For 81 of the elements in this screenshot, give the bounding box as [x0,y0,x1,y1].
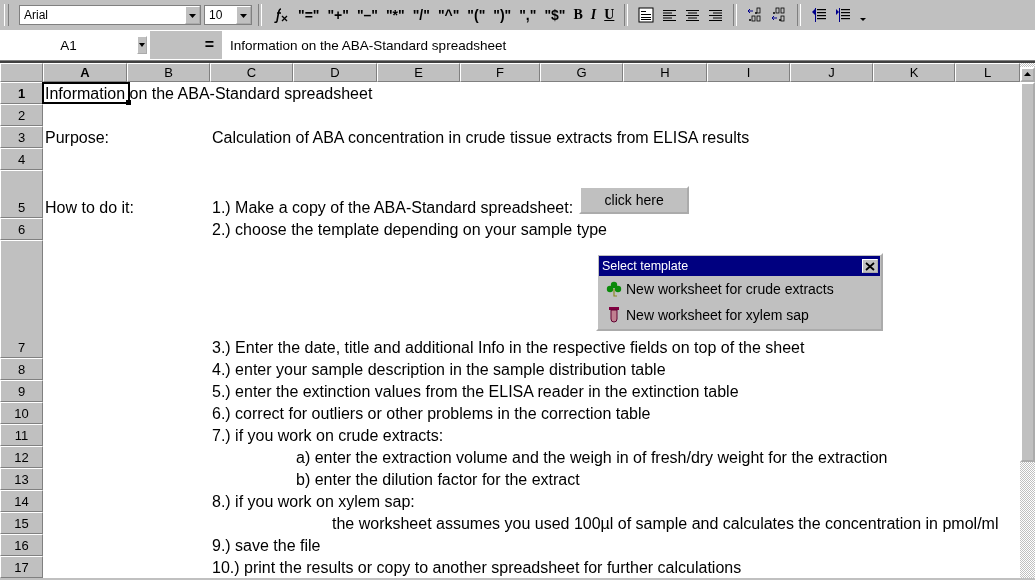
column-header[interactable]: F [460,63,540,82]
cell-text: 9.) save the file [212,536,321,555]
font-dropdown[interactable]: Arial [19,5,201,25]
operator-button[interactable]: ")" [489,4,516,26]
row-header[interactable]: 17 [0,556,43,578]
column-header[interactable]: E [377,63,460,82]
cell-text: the worksheet assumes you used 100µl of sample and calculates the concentration in pmol/ml [332,514,999,533]
column-header[interactable]: G [540,63,623,82]
row-header[interactable]: 14 [0,490,43,512]
scroll-up-icon[interactable] [1024,72,1031,77]
row-header[interactable]: 7 [0,240,43,358]
cell-text: 7.) if you work on crude extracts: [212,426,444,445]
align-left-icon[interactable] [662,8,678,22]
name-box-dropdown-icon[interactable] [137,36,147,54]
row-header[interactable]: 13 [0,468,43,490]
cell-text: Information on the ABA-Standard spreadsheet [45,84,373,103]
cell-text: Purpose: [45,128,110,147]
row-header[interactable]: 2 [0,104,43,126]
column-header[interactable]: B [127,63,210,82]
bold-button[interactable]: B [569,4,587,26]
wrap-text-icon[interactable] [638,7,655,23]
close-button[interactable] [862,259,878,273]
increase-indent-icon[interactable] [835,7,852,23]
increase-decimal-icon[interactable] [747,7,764,23]
row-header[interactable]: 10 [0,402,43,424]
clover-icon [605,280,623,298]
operator-button[interactable]: "–" [352,4,382,26]
column-header[interactable]: C [210,63,293,82]
column-header[interactable]: L [955,63,1020,82]
column-header[interactable]: H [623,63,707,82]
template-button[interactable]: New worksheet for crude extracts [599,276,840,302]
edit-formula-button[interactable]: = [204,36,214,54]
column-header[interactable]: J [790,63,873,82]
align-center-icon[interactable] [685,8,701,22]
cell-text: a) enter the extraction volume and the weigh in of fresh/dry weight for the extraction [296,448,888,467]
cell-text: 1.) Make a copy of the ABA-Standard spreadsheet: [212,198,574,217]
row-header[interactable]: 12 [0,446,43,468]
row-header[interactable]: 11 [0,424,43,446]
operator-button[interactable]: "$" [540,4,570,26]
cell-text: b) enter the dilution factor for the extract [296,470,580,489]
row-header[interactable]: 8 [0,358,43,380]
cell-text: 4.) enter your sample description in the sample distribution table [212,360,666,379]
decrease-indent-icon[interactable] [811,7,828,23]
column-header[interactable]: D [293,63,377,82]
column-header[interactable]: A [43,63,127,82]
cell-text: 10.) print the results or copy to another spreadsheet for further calculations [212,558,742,577]
cell-text: 8.) if you work on xylem sap: [212,492,415,511]
decrease-decimal-icon[interactable] [771,7,788,23]
operator-button[interactable]: "=" [294,4,324,26]
row-header[interactable]: 5 [0,170,43,218]
align-right-icon[interactable] [708,8,724,22]
cell-text: Calculation of ABA concentration in crude tissue extracts from ELISA results [212,128,750,147]
cell-text: 3.) Enter the date, title and additional Info in the respective fields on top of the sheet [212,338,805,357]
row-header[interactable]: 1 [0,82,43,104]
row-header[interactable]: 16 [0,534,43,556]
row-header[interactable]: 6 [0,218,43,240]
window-title: Select template [602,259,689,273]
row-header[interactable]: 15 [0,512,43,534]
operator-button[interactable]: "*" [381,4,409,26]
operator-button[interactable]: "+" [323,4,353,26]
function-icon[interactable] [272,7,290,23]
click-here-button[interactable]: click here [579,186,690,214]
font-size-dropdown[interactable]: 10 [204,5,252,25]
operator-button[interactable]: "(" [463,4,490,26]
cell-text: 2.) choose the template depending on your sample type [212,220,607,239]
operator-button[interactable]: "^" [433,4,464,26]
column-header[interactable]: K [873,63,955,82]
operator-button[interactable]: "/" [408,4,434,26]
underline-button[interactable]: U [600,4,619,26]
vertical-scrollbar[interactable] [1020,63,1035,578]
column-header[interactable]: I [707,63,790,82]
row-header[interactable]: 9 [0,380,43,402]
row-header[interactable]: 3 [0,126,43,148]
cell-text: 5.) enter the extinction values from the ELISA reader in the extinction table [212,382,739,401]
cell-text: 6.) correct for outliers or other problems in the correction table [212,404,651,423]
template-button[interactable]: New worksheet for xylem sap [599,302,815,328]
operator-button[interactable]: "," [515,4,541,26]
cell-text: How to do it: [45,198,134,217]
italic-button[interactable]: I [586,4,601,26]
row-header[interactable]: 4 [0,148,43,170]
select-all-button[interactable] [0,63,43,82]
